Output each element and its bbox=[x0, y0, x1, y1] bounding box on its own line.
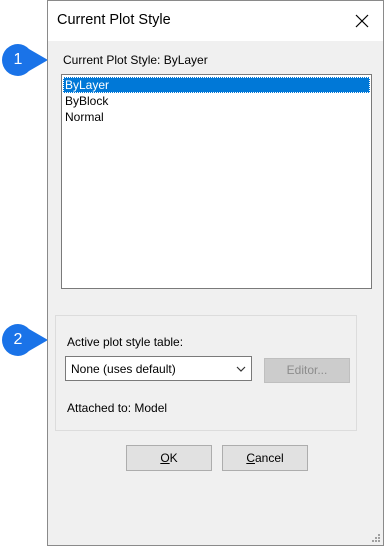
attached-to-label: Attached to: Model bbox=[67, 401, 168, 415]
list-item-byblock[interactable]: ByBlock bbox=[63, 93, 370, 109]
callout-number: 1 bbox=[13, 51, 23, 68]
plot-style-dialog: Current Plot Style Current Plot Style: B… bbox=[47, 0, 384, 546]
ok-button[interactable]: OK bbox=[126, 445, 212, 471]
callout-2: 2 bbox=[2, 324, 52, 356]
chevron-down-icon bbox=[236, 366, 246, 372]
callout-1: 1 bbox=[2, 44, 52, 76]
list-item-normal[interactable]: Normal bbox=[63, 109, 370, 125]
editor-button[interactable]: Editor... bbox=[264, 358, 350, 383]
active-plot-style-table-label: Active plot style table: bbox=[67, 335, 184, 349]
dropdown-value: None (uses default) bbox=[71, 362, 176, 376]
callout-number: 2 bbox=[13, 331, 23, 348]
title-bar[interactable]: Current Plot Style bbox=[48, 1, 383, 41]
page: 1 2 Current Plot Style Current Plot Styl… bbox=[0, 0, 386, 548]
plot-style-list[interactable]: ByLayer ByBlock Normal bbox=[61, 74, 372, 289]
resize-grip-icon[interactable] bbox=[371, 533, 381, 543]
current-plot-style-label: Current Plot Style: ByLayer bbox=[63, 53, 208, 67]
list-item-bylayer[interactable]: ByLayer bbox=[63, 77, 370, 93]
cancel-button[interactable]: Cancel bbox=[222, 445, 308, 471]
close-button[interactable] bbox=[351, 10, 373, 32]
plot-style-table-dropdown[interactable]: None (uses default) bbox=[65, 356, 252, 381]
close-icon bbox=[355, 14, 369, 28]
window-title: Current Plot Style bbox=[57, 12, 171, 28]
